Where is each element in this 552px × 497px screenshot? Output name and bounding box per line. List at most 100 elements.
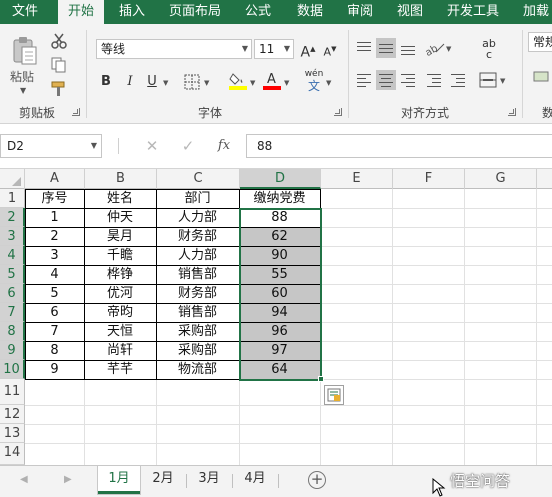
column-header-b[interactable]: B <box>85 169 157 189</box>
table-cell[interactable]: 7 <box>25 322 84 341</box>
underline-button[interactable]: U <box>142 72 162 92</box>
table-cell[interactable]: 昊月 <box>84 227 156 246</box>
wrap-text-button[interactable]: ab c <box>478 38 500 60</box>
table-cell[interactable]: 芊芊 <box>84 360 156 379</box>
header-cell[interactable]: 部门 <box>156 189 239 208</box>
row-header[interactable]: 11 <box>0 379 25 405</box>
column-header-d[interactable]: D <box>240 169 321 189</box>
row-header[interactable]: 7 <box>0 303 25 322</box>
header-cell[interactable]: 序号 <box>25 189 84 208</box>
formula-input[interactable]: 88 <box>246 134 552 158</box>
italic-button[interactable]: I <box>120 72 140 92</box>
table-cell[interactable]: 3 <box>25 246 84 265</box>
tab-insert[interactable]: 插入 <box>110 0 154 24</box>
row-header[interactable]: 5 <box>0 265 25 284</box>
table-cell[interactable]: 采购部 <box>156 341 239 360</box>
row-header[interactable]: 6 <box>0 284 25 303</box>
cancel-icon[interactable]: ✕ <box>142 136 162 156</box>
tab-addins[interactable]: 加载 <box>516 0 552 24</box>
sheet-tab-2[interactable]: 2月 <box>142 466 184 494</box>
font-name-select[interactable]: 等线 ▼ <box>96 39 252 59</box>
align-top-button[interactable] <box>354 38 374 58</box>
table-cell[interactable]: 天恒 <box>84 322 156 341</box>
table-cell[interactable]: 财务部 <box>156 284 239 303</box>
column-header-f[interactable]: F <box>393 169 465 189</box>
name-box[interactable]: D2 ▼ <box>0 134 102 158</box>
clipboard-launcher-icon[interactable] <box>72 108 80 116</box>
row-header[interactable]: 13 <box>0 424 25 443</box>
row-header[interactable]: 2 <box>0 208 25 227</box>
table-cell[interactable]: 8 <box>25 341 84 360</box>
fill-color-button[interactable] <box>228 70 248 90</box>
paste-icon[interactable] <box>12 36 38 66</box>
select-all-button[interactable] <box>0 169 25 189</box>
underline-dropdown-icon[interactable]: ▼ <box>163 79 168 87</box>
table-cell[interactable]: 尚轩 <box>84 341 156 360</box>
borders-button[interactable] <box>182 72 202 92</box>
phonetic-guide-button[interactable]: wén 文 <box>304 68 324 92</box>
cut-icon[interactable] <box>50 32 68 50</box>
merge-dropdown-icon[interactable]: ▼ <box>500 77 505 85</box>
row-header[interactable]: 9 <box>0 341 25 360</box>
table-cell[interactable]: 优河 <box>84 284 156 303</box>
tab-page-layout[interactable]: 页面布局 <box>162 0 228 24</box>
tab-formulas[interactable]: 公式 <box>236 0 280 24</box>
table-cell[interactable]: 帝昀 <box>84 303 156 322</box>
column-header-e[interactable]: E <box>321 169 393 189</box>
table-cell[interactable]: 销售部 <box>156 265 239 284</box>
align-bottom-button[interactable] <box>398 38 418 58</box>
table-cell[interactable]: 人力部 <box>156 246 239 265</box>
fill-handle[interactable] <box>318 376 324 382</box>
enter-icon[interactable]: ✓ <box>178 136 198 156</box>
table-cell[interactable]: 1 <box>25 208 84 227</box>
insert-function-icon[interactable]: fx <box>214 136 234 156</box>
chevron-right-icon[interactable]: ▶ <box>64 474 72 485</box>
paste-button-label[interactable]: 粘贴 <box>10 68 34 85</box>
align-right-button[interactable] <box>398 70 418 90</box>
font-size-select[interactable]: 11 ▼ <box>254 39 294 59</box>
copy-icon[interactable] <box>50 56 68 74</box>
table-cell[interactable]: 2 <box>25 227 84 246</box>
tab-home[interactable]: 开始 <box>58 0 104 26</box>
font-color-dropdown-icon[interactable]: ▼ <box>284 79 289 87</box>
sheet-tab-4[interactable]: 4月 <box>234 466 276 494</box>
table-cell[interactable]: 采购部 <box>156 322 239 341</box>
font-color-button[interactable]: A <box>262 70 282 90</box>
accounting-format-button[interactable] <box>532 68 550 88</box>
paste-dropdown-icon[interactable]: ▼ <box>20 86 26 95</box>
quick-analysis-icon[interactable] <box>324 385 344 405</box>
add-sheet-icon[interactable]: + <box>308 471 326 489</box>
tab-view[interactable]: 视图 <box>388 0 432 24</box>
table-cell[interactable]: 财务部 <box>156 227 239 246</box>
grow-font-button[interactable]: A▲ <box>298 39 318 61</box>
row-header[interactable]: 1 <box>0 189 25 208</box>
table-cell[interactable]: 9 <box>25 360 84 379</box>
sheet-tab-1[interactable]: 1月 <box>98 466 140 494</box>
table-cell[interactable]: 销售部 <box>156 303 239 322</box>
row-header[interactable]: 3 <box>0 227 25 246</box>
table-cell[interactable]: 6 <box>25 303 84 322</box>
worksheet-grid[interactable]: 序号 姓名 部门 缴纳党费 1 仲天 人力部 88 2 昊月 财务部 62 3 … <box>25 189 552 465</box>
align-middle-button[interactable] <box>376 38 396 58</box>
row-header[interactable]: 12 <box>0 405 25 424</box>
column-header-c[interactable]: C <box>157 169 240 189</box>
tab-file[interactable]: 文件 <box>0 0 50 24</box>
shrink-font-button[interactable]: A▼ <box>320 39 340 59</box>
table-cell[interactable]: 物流部 <box>156 360 239 379</box>
table-cell[interactable]: 4 <box>25 265 84 284</box>
row-header[interactable]: 14 <box>0 443 25 465</box>
format-painter-icon[interactable] <box>50 80 68 98</box>
tab-data[interactable]: 数据 <box>288 0 332 24</box>
table-cell[interactable]: 人力部 <box>156 208 239 227</box>
align-left-button[interactable] <box>354 70 374 90</box>
phonetic-dropdown-icon[interactable]: ▼ <box>326 79 331 87</box>
orientation-button[interactable]: ab <box>424 38 445 59</box>
column-header-g[interactable]: G <box>465 169 537 189</box>
header-cell[interactable]: 缴纳党费 <box>239 189 320 208</box>
increase-indent-button[interactable] <box>448 70 468 90</box>
borders-dropdown-icon[interactable]: ▼ <box>204 79 209 87</box>
row-header[interactable]: 8 <box>0 322 25 341</box>
align-center-button[interactable] <box>376 70 396 90</box>
font-launcher-icon[interactable] <box>334 108 342 116</box>
table-cell[interactable]: 千瞻 <box>84 246 156 265</box>
